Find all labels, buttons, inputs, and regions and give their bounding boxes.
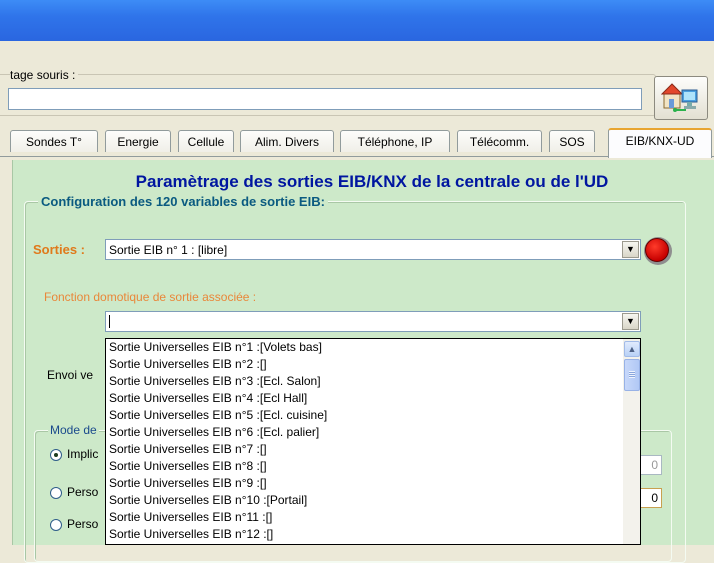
fonction-label: Fonction domotique de sortie associée :: [44, 290, 257, 304]
status-led-icon: [644, 237, 672, 265]
list-scrollbar[interactable]: ▲: [623, 339, 640, 544]
tab-alim-divers[interactable]: Alim. Divers: [240, 130, 334, 152]
mode-radio-2[interactable]: [50, 487, 62, 499]
sorties-select-value: Sortie EIB n° 1 : [libre]: [109, 243, 228, 257]
mode-radio-1[interactable]: [50, 449, 62, 461]
mouse-setting-legend: tage souris :: [10, 68, 79, 82]
network-config-button[interactable]: [654, 76, 708, 120]
list-item[interactable]: Sortie Universelles EIB n°2 :[]: [106, 356, 640, 373]
list-item[interactable]: Sortie Universelles EIB n°9 :[]: [106, 475, 640, 492]
list-item[interactable]: Sortie Universelles EIB n°5 :[Ecl. cuisi…: [106, 407, 640, 424]
tab-sos[interactable]: SOS: [549, 130, 595, 152]
chevron-down-icon[interactable]: ▼: [622, 313, 639, 330]
mode-radio-2-label: Perso: [67, 485, 99, 499]
list-item[interactable]: Sortie Universelles EIB n°4 :[Ecl Hall]: [106, 390, 640, 407]
tab-eib-knx-ud[interactable]: EIB/KNX-UD: [608, 128, 712, 158]
chevron-down-icon[interactable]: ▼: [622, 241, 639, 258]
tab-sondes[interactable]: Sondes T°: [10, 130, 98, 152]
list-item[interactable]: Sortie Universelles EIB n°3 :[Ecl. Salon…: [106, 373, 640, 390]
list-item[interactable]: Sortie Universelles EIB n°7 :[]: [106, 441, 640, 458]
list-item[interactable]: Sortie Universelles EIB n°11 :[]: [106, 509, 640, 526]
config-legend: Configuration des 120 variables de sorti…: [38, 194, 328, 209]
mouse-setting-input[interactable]: [8, 88, 642, 110]
envoi-label: Envoi ve: [47, 368, 94, 382]
tab-cellule[interactable]: Cellule: [178, 130, 234, 152]
window-titlebar: [0, 0, 714, 41]
mode-legend: Mode de: [48, 423, 99, 437]
mode-radio-3[interactable]: [50, 519, 62, 531]
sorties-select[interactable]: Sortie EIB n° 1 : [libre] ▼: [105, 239, 641, 260]
home-network-icon: [661, 83, 698, 112]
list-item[interactable]: Sortie Universelles EIB n°10 :[Portail]: [106, 492, 640, 509]
sorties-label: Sorties :: [33, 242, 86, 257]
panel-title: Paramètrage des sorties EIB/KNX de la ce…: [135, 172, 609, 191]
list-item[interactable]: Sortie Universelles EIB n°12 :[]: [106, 526, 640, 543]
scroll-thumb[interactable]: [624, 359, 640, 391]
mode-radio-3-label: Perso: [67, 517, 99, 531]
tab-bar: Sondes T° Energie Cellule Alim. Divers T…: [0, 128, 714, 158]
fonction-select[interactable]: ▼: [105, 311, 641, 332]
text-caret: [109, 315, 110, 328]
list-item[interactable]: Sortie Universelles EIB n°6 :[Ecl. palie…: [106, 424, 640, 441]
tab-telecomm[interactable]: Télécomm.: [457, 130, 542, 152]
list-item[interactable]: Sortie Universelles EIB n°1 :[Volets bas…: [106, 339, 640, 356]
list-item[interactable]: Sortie Universelles EIB n°8 :[]: [106, 458, 640, 475]
tab-telephone-ip[interactable]: Téléphone, IP: [340, 130, 450, 152]
fonction-dropdown-list[interactable]: Sortie Universelles EIB n°1 :[Volets bas…: [105, 338, 641, 545]
scroll-up-icon[interactable]: ▲: [624, 341, 640, 357]
mode-radio-1-label: Implic: [67, 447, 99, 461]
tab-energie[interactable]: Energie: [105, 130, 171, 152]
tab-divider: [0, 156, 714, 157]
